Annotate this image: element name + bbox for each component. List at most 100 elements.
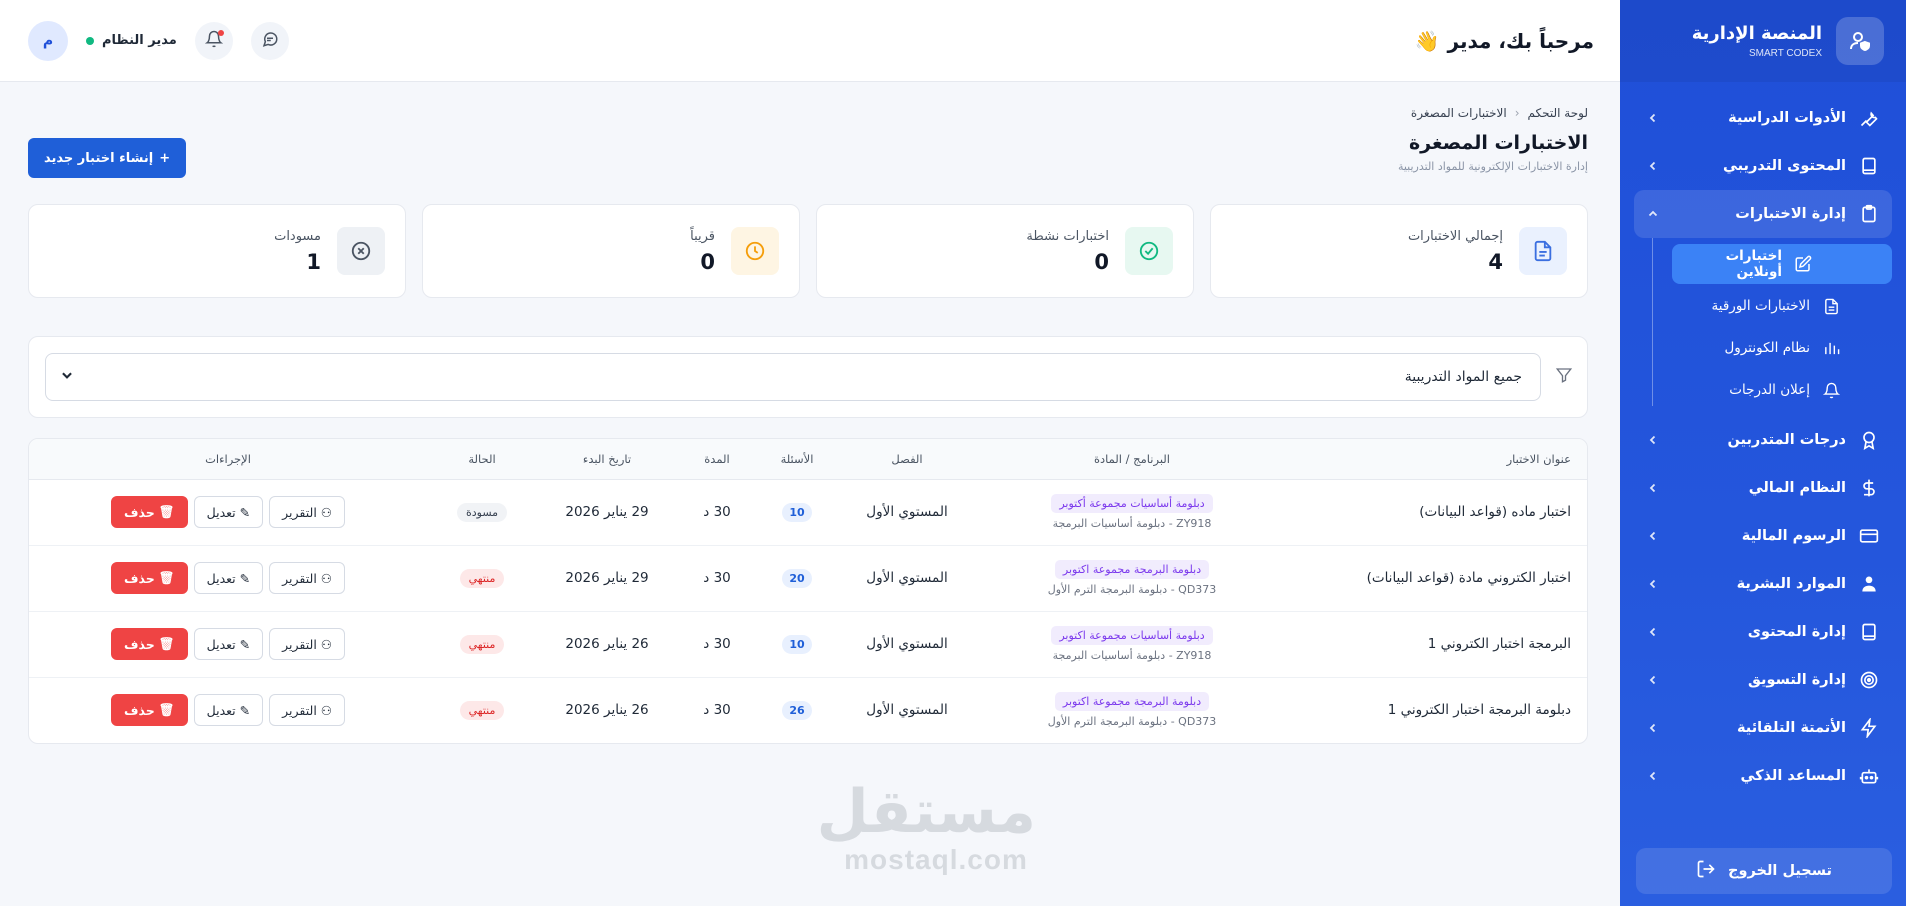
sidebar-item-smart-assistant[interactable]: المساعد الذكي	[1634, 752, 1892, 800]
edit-button[interactable]: ✎ تعديل	[193, 562, 264, 594]
edit-label: تعديل	[206, 702, 236, 718]
wave-emoji: 👋	[1414, 28, 1440, 53]
delete-button[interactable]: 🗑 حذف	[111, 562, 188, 594]
create-exam-button[interactable]: + إنشاء اختبار جديد	[28, 138, 187, 178]
chevron-left-icon	[1646, 481, 1660, 495]
chevron-up-icon	[1646, 207, 1660, 221]
column-header: تاريخ البدء	[537, 439, 677, 480]
people-icon	[1858, 573, 1880, 595]
delete-button[interactable]: 🗑 حذف	[111, 628, 188, 660]
chevron-left-icon	[1646, 433, 1660, 447]
table-row: اختبار الكتروني مادة (قواعد البيانات) دب…	[29, 545, 1587, 612]
exam-title: البرمجة اختبار الكتروني 1	[1287, 611, 1587, 678]
chevron-left-icon	[1646, 625, 1660, 639]
sidebar-subitem-online-exams[interactable]: اختبارات أونلاين	[1672, 244, 1892, 284]
duration-cell: 30 د	[677, 545, 757, 612]
actions-cell: ⚇ التقرير ✎ تعديل 🗑 حذف	[29, 677, 427, 743]
sidebar-item-marketing[interactable]: إدارة التسويق	[1634, 656, 1892, 704]
chevron-left-icon	[1646, 577, 1660, 591]
report-label: التقرير	[282, 636, 317, 652]
report-icon: ⚇	[320, 636, 333, 652]
course-filter-select[interactable]: جميع المواد التدريبية	[45, 353, 1541, 401]
questions-cell: 10	[757, 611, 837, 678]
header-actions: م مدير النظام	[28, 20, 289, 61]
report-button[interactable]: ⚇ التقرير	[269, 694, 346, 727]
sidebar-item-financial-system[interactable]: النظام المالي	[1634, 464, 1892, 512]
table-header-row: عنوان الاختبار البرنامج / المادة الفصل ا…	[29, 439, 1587, 480]
sidebar-subitem-paper-exams[interactable]: الاختبارات الورقية	[1672, 286, 1856, 326]
edit-button[interactable]: ✎ تعديل	[193, 496, 264, 528]
book-icon	[1858, 621, 1880, 643]
sidebar-item-label: إدارة الاختبارات	[1735, 206, 1846, 222]
delete-button[interactable]: 🗑 حذف	[111, 496, 188, 528]
report-button[interactable]: ⚇ التقرير	[269, 562, 346, 594]
report-label: التقرير	[282, 504, 317, 520]
report-button[interactable]: ⚇ التقرير	[269, 496, 346, 528]
program-cell: دبلومة أساسيات مجموعة أكتوبر ZY918 - دبلو…	[977, 479, 1287, 546]
actions-cell: ⚇ التقرير ✎ تعديل 🗑 حذف	[29, 545, 427, 612]
trash-icon: 🗑	[158, 570, 175, 585]
chevron-left-icon	[1646, 529, 1660, 543]
breadcrumb-home[interactable]: لوحة التحكم	[1528, 106, 1589, 120]
sidebar-item-financial-fees[interactable]: الرسوم المالية	[1634, 512, 1892, 560]
stat-card-upcoming: قريباً 0	[422, 204, 800, 298]
logout-button[interactable]: تسجيل الخروج	[1636, 848, 1892, 894]
stat-card-drafts: مسودات 1	[28, 204, 406, 298]
dollar-icon	[1858, 477, 1880, 499]
status-badge: مسودة	[456, 502, 508, 522]
edit-button[interactable]: ✎ تعديل	[193, 694, 264, 727]
sidebar-item-study-tools[interactable]: الأدوات الدراسية	[1634, 94, 1892, 142]
target-icon	[1858, 669, 1880, 691]
edit-icon: ✎	[239, 702, 251, 718]
chevron-left-icon	[1646, 111, 1660, 125]
report-button[interactable]: ⚇ التقرير	[269, 628, 346, 660]
column-header: الإجراءات	[29, 439, 427, 480]
welcome-text: مرحباً بك، مدير	[1447, 28, 1594, 53]
term-cell: المستوي الأول	[837, 479, 977, 546]
user-shield-icon	[1836, 17, 1884, 65]
start-date-cell: 29 يناير 2026	[537, 479, 677, 546]
questions-badge: 26	[782, 700, 812, 720]
sidebar-item-label: إدارة التسويق	[1747, 672, 1846, 688]
sidebar-item-content-management[interactable]: إدارة المحتوى	[1634, 608, 1892, 656]
course-code: ZY918 - دبلومة أساسيات البرمجة	[1052, 649, 1212, 662]
sidebar-item-human-resources[interactable]: الموارد البشرية	[1634, 560, 1892, 608]
report-icon: ⚇	[320, 570, 333, 586]
chat-icon	[261, 30, 279, 52]
stat-label: إجمالي الاختبارات	[1407, 228, 1503, 244]
sidebar-item-trainee-grades[interactable]: درجات المتدربين	[1634, 416, 1892, 464]
sidebar-subitem-label: نظام الكونترول	[1724, 340, 1811, 356]
user-name[interactable]: مدير النظام	[86, 33, 177, 48]
exam-title: دبلومة البرمجة اختبار الكتروني 1	[1387, 702, 1571, 719]
watermark: مستقل mostaql.com	[817, 780, 1036, 876]
sidebar-subitem-label: إعلان الدرجات	[1729, 382, 1810, 398]
program-cell: دبلومة البرمجة مجموعة اكتوبر QD373 - دبلو…	[977, 545, 1287, 612]
trash-icon: 🗑	[158, 636, 175, 651]
top-header: مرحباً بك، مدير 👋 م مدير النظام	[0, 0, 1620, 82]
start-date-cell: 26 يناير 2026	[565, 702, 649, 719]
table-row: البرمجة اختبار الكتروني 1 دبلومة أساسيات…	[29, 611, 1587, 678]
edit-button[interactable]: ✎ تعديل	[193, 628, 264, 660]
notifications-button[interactable]	[194, 21, 233, 60]
start-date-cell: 29 يناير 2026	[537, 545, 677, 612]
edit-label: تعديل	[206, 570, 236, 586]
avatar[interactable]: م	[28, 20, 68, 61]
sidebar-item-automation[interactable]: الأتمتة التلقائية	[1634, 704, 1892, 752]
sidebar-item-exams-management[interactable]: إدارة الاختبارات	[1634, 190, 1892, 238]
questions-badge: 20	[782, 568, 812, 588]
sidebar-subitem-grades-announcement[interactable]: إعلان الدرجات	[1672, 370, 1856, 410]
chevron-down-icon	[60, 368, 74, 386]
column-header: البرنامج / المادة	[977, 439, 1287, 480]
check-circle-icon	[1125, 227, 1173, 275]
delete-button[interactable]: 🗑 حذف	[111, 694, 188, 727]
program-badge: دبلومة أساسيات مجموعة أكتوبر	[1051, 494, 1213, 513]
status-badge: منتهي	[459, 634, 505, 654]
sidebar-item-training-content[interactable]: المحتوى التدريبي	[1634, 142, 1892, 190]
filter-bar: جميع المواد التدريبية	[28, 336, 1588, 418]
sidebar-subitem-control-system[interactable]: نظام الكونترول	[1672, 328, 1856, 368]
duration-cell: 30 د	[703, 702, 731, 719]
breadcrumb: لوحة التحكم ‹ الاختبارات المصغرة	[1398, 106, 1588, 120]
course-code: QD373 - دبلومة البرمجة الترم الأول	[1047, 715, 1217, 729]
messages-button[interactable]	[250, 21, 289, 60]
chevron-left-icon: ‹	[1514, 106, 1520, 120]
